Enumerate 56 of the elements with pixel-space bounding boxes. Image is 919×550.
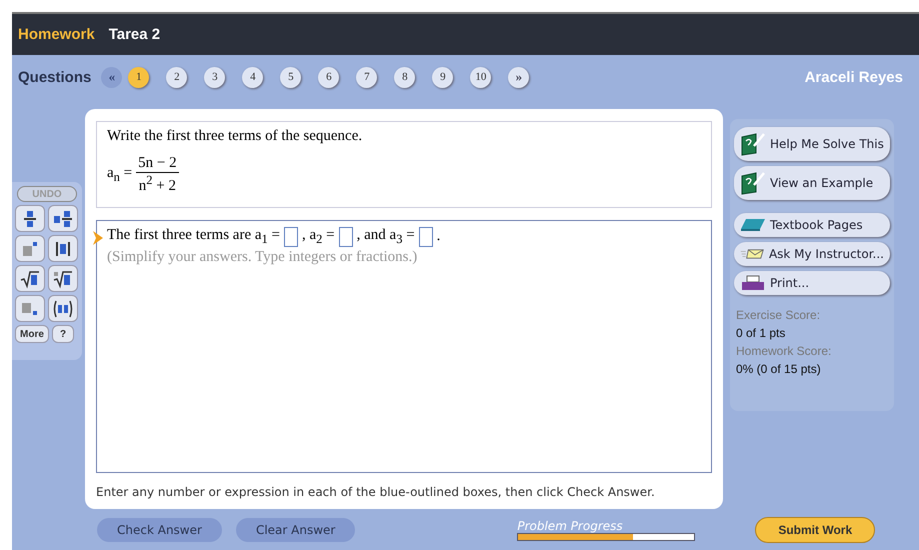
ask-button[interactable]: Ask My Instructor... (734, 242, 890, 266)
question-number-button[interactable]: 10 (470, 66, 492, 88)
answer-text: . (436, 228, 440, 246)
more-button[interactable]: More (15, 325, 49, 343)
question-number-button[interactable]: 9 (432, 66, 454, 88)
submit-work-button[interactable]: Submit Work (755, 517, 876, 543)
score-label: Homework Score: (736, 343, 832, 360)
absolute-value-icon[interactable] (48, 235, 78, 262)
answer-hint: (Simplify your answers. Type integers or fractions.) (107, 248, 418, 266)
student-name: Araceli Reyes (804, 68, 903, 86)
answer-text: , and a$_{3}$ = (356, 226, 415, 247)
denominator: n$^{2}$ + 2 (138, 173, 176, 195)
nth-root-icon[interactable] (48, 265, 78, 292)
check-answer-button[interactable]: Check Answer (97, 518, 222, 542)
envelope-icon (740, 247, 765, 261)
questions-label: Questions (18, 68, 92, 86)
question-text: Write the first three terms of the sequence. (107, 128, 364, 145)
chalkboard-icon (740, 171, 766, 195)
score-value: 0 of 1 pts (736, 325, 786, 342)
question-number-button[interactable]: 8 (394, 66, 416, 88)
score-value: 0% (0 of 15 pts) (736, 361, 822, 378)
book-icon (740, 218, 766, 232)
answer-input[interactable] (338, 226, 353, 247)
numerator: 5n − 2 (136, 155, 179, 173)
fraction-icon[interactable] (15, 205, 45, 232)
question-number-button[interactable]: 4 (242, 66, 264, 88)
section-title: Homework (18, 26, 95, 43)
answer-input[interactable] (284, 226, 298, 247)
ordered-pair-icon[interactable] (48, 295, 78, 322)
formula-left-side: a$_{n}$ = (107, 165, 132, 185)
pointer-icon (93, 230, 103, 245)
instruction-text: Enter any number or expression in each of the blue-outlined boxes, then click Check Answer. (96, 485, 656, 501)
question-number-button[interactable]: 5 (280, 66, 302, 88)
progress-label: Problem Progress (517, 519, 624, 533)
question-number-button[interactable]: 6 (318, 66, 340, 88)
question-number-button[interactable]: 3 (204, 66, 226, 88)
answer-text: The first three terms are a$_{1}$ = (107, 226, 280, 247)
assignment-title: Tarea 2 (108, 26, 160, 43)
question-number-button[interactable]: 1 (128, 66, 150, 88)
question-number-button[interactable]: 7 (356, 66, 378, 88)
example-button[interactable]: View an Example (734, 166, 890, 200)
mixed-fraction-icon[interactable] (48, 205, 78, 232)
printer-icon (740, 275, 766, 291)
score-label: Exercise Score: (736, 307, 822, 324)
next-question-button[interactable]: » (508, 66, 530, 88)
clear-answer-button[interactable]: Clear Answer (236, 518, 356, 542)
textbook-button[interactable]: Textbook Pages (734, 213, 890, 237)
help-button[interactable]: Help Me Solve This (734, 127, 890, 161)
previous-question-button[interactable]: « (101, 66, 122, 88)
square-root-icon[interactable] (15, 265, 45, 292)
answer-text: , a$_{2}$ = (302, 226, 335, 247)
question-number-button[interactable]: 2 (166, 66, 188, 88)
answer-input[interactable] (418, 226, 433, 247)
chalkboard-icon (740, 132, 766, 156)
print-button[interactable]: Print... (734, 271, 890, 295)
help-button[interactable]: ? (52, 325, 74, 343)
